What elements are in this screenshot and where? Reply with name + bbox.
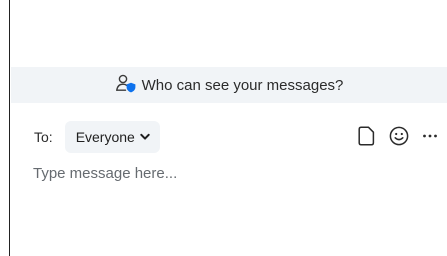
emoji-icon xyxy=(389,126,409,151)
recipient-row: To: Everyone xyxy=(34,121,160,153)
privacy-info-link[interactable]: Who can see your messages? xyxy=(115,73,344,98)
privacy-banner-text: Who can see your messages? xyxy=(141,76,344,94)
chevron-down-icon xyxy=(140,128,150,146)
recipient-dropdown[interactable]: Everyone xyxy=(64,121,160,153)
recipient-label: To: xyxy=(34,129,53,145)
chat-panel: Who can see your messages? To: Everyone xyxy=(0,0,447,256)
person-shield-icon xyxy=(115,73,137,98)
privacy-banner: Who can see your messages? xyxy=(11,67,447,103)
file-icon xyxy=(358,126,376,151)
more-options-button[interactable] xyxy=(422,126,438,151)
panel-divider xyxy=(9,0,10,256)
composer-toolbar xyxy=(358,126,438,151)
message-input[interactable] xyxy=(33,165,433,182)
recipient-selected-value: Everyone xyxy=(75,129,135,145)
more-options-icon xyxy=(422,126,438,151)
emoji-button[interactable] xyxy=(389,126,409,151)
file-button[interactable] xyxy=(358,126,376,151)
